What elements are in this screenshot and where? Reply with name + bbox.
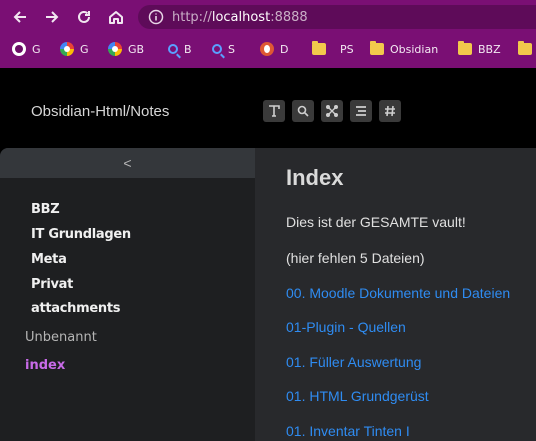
home-icon <box>109 11 123 24</box>
google-icon <box>108 42 122 56</box>
list-tool-button[interactable] <box>350 100 372 122</box>
sidebar: < BBZ IT Grundlagen Meta Privat attachme… <box>0 148 255 441</box>
site-title[interactable]: Obsidian-Html/Notes <box>31 103 169 120</box>
search-icon <box>212 44 222 54</box>
text-tool-button[interactable] <box>263 100 285 122</box>
url-text: http://localhost:8888 <box>172 9 308 25</box>
search-tool-button[interactable] <box>292 100 314 122</box>
bookmark-folder[interactable]: Obsidian <box>370 38 438 60</box>
info-icon <box>148 9 164 25</box>
folder-item-privat[interactable]: Privat <box>31 277 73 292</box>
note-link[interactable]: 00. Moodle Dokumente und Dateien <box>286 285 510 301</box>
folder-icon <box>370 41 384 55</box>
collapse-sidebar-button[interactable]: < <box>0 148 255 178</box>
note-link[interactable]: 01. Füller Auswertung <box>286 354 421 370</box>
search-icon <box>297 105 309 117</box>
folder-item-attachments[interactable]: attachments <box>31 301 121 316</box>
github-icon <box>12 42 26 56</box>
address-bar[interactable]: http://localhost:8888 <box>138 5 536 29</box>
bookmark-item[interactable]: G <box>12 38 41 60</box>
tags-tool-button[interactable] <box>379 100 401 122</box>
bookmark-folder[interactable] <box>518 38 536 60</box>
note-content: Index Dies ist der GESAMTE vault! (hier … <box>255 148 536 441</box>
note-item-unbenannt[interactable]: Unbenannt <box>25 330 97 345</box>
home-button[interactable] <box>104 6 128 28</box>
bookmark-item[interactable]: D <box>260 38 288 60</box>
note-link[interactable]: 01. Inventar Tinten I <box>286 423 410 439</box>
bookmark-item[interactable]: B <box>168 38 192 60</box>
paragraph: Dies ist der GESAMTE vault! <box>286 214 466 230</box>
page-title: Index <box>286 165 344 190</box>
reload-icon <box>78 10 90 23</box>
text-icon <box>269 105 280 117</box>
bookmarks-bar: G G GB B S D PS Obsidian BBZ <box>0 38 536 60</box>
folder-icon <box>518 41 532 55</box>
bookmark-folder[interactable]: PS <box>340 38 354 60</box>
site-header: Obsidian-Html/Notes <box>0 68 536 148</box>
hashtag-icon <box>385 105 395 117</box>
note-link[interactable]: 01-Plugin - Quellen <box>286 319 406 335</box>
search-icon <box>168 44 178 54</box>
duckduckgo-icon <box>260 42 274 56</box>
list-icon <box>356 106 366 116</box>
bookmark-item[interactable]: GB <box>108 38 144 60</box>
graph-icon <box>326 105 338 117</box>
bookmark-item[interactable]: G <box>60 38 89 60</box>
bookmark-item[interactable]: S <box>212 38 235 60</box>
forward-button[interactable] <box>40 6 64 28</box>
arrow-right-icon <box>46 11 59 23</box>
folder-item-meta[interactable]: Meta <box>31 252 67 267</box>
paragraph: (hier fehlen 5 Dateien) <box>286 250 425 266</box>
graph-tool-button[interactable] <box>321 100 343 122</box>
bookmark-folder[interactable] <box>312 38 332 60</box>
reload-button[interactable] <box>72 6 96 28</box>
google-icon <box>60 42 74 56</box>
folder-icon <box>458 41 472 55</box>
note-link[interactable]: 01. HTML Grundgerüst <box>286 388 429 404</box>
folder-icon <box>312 41 326 55</box>
arrow-left-icon <box>13 11 26 23</box>
folder-item-it-grundlagen[interactable]: IT Grundlagen <box>31 227 131 242</box>
back-button[interactable] <box>8 6 32 28</box>
browser-chrome: http://localhost:8888 G G GB B S D PS Ob… <box>0 0 536 68</box>
note-item-index[interactable]: index <box>25 358 65 373</box>
bookmark-folder[interactable]: BBZ <box>458 38 501 60</box>
folder-item-bbz[interactable]: BBZ <box>31 202 60 217</box>
